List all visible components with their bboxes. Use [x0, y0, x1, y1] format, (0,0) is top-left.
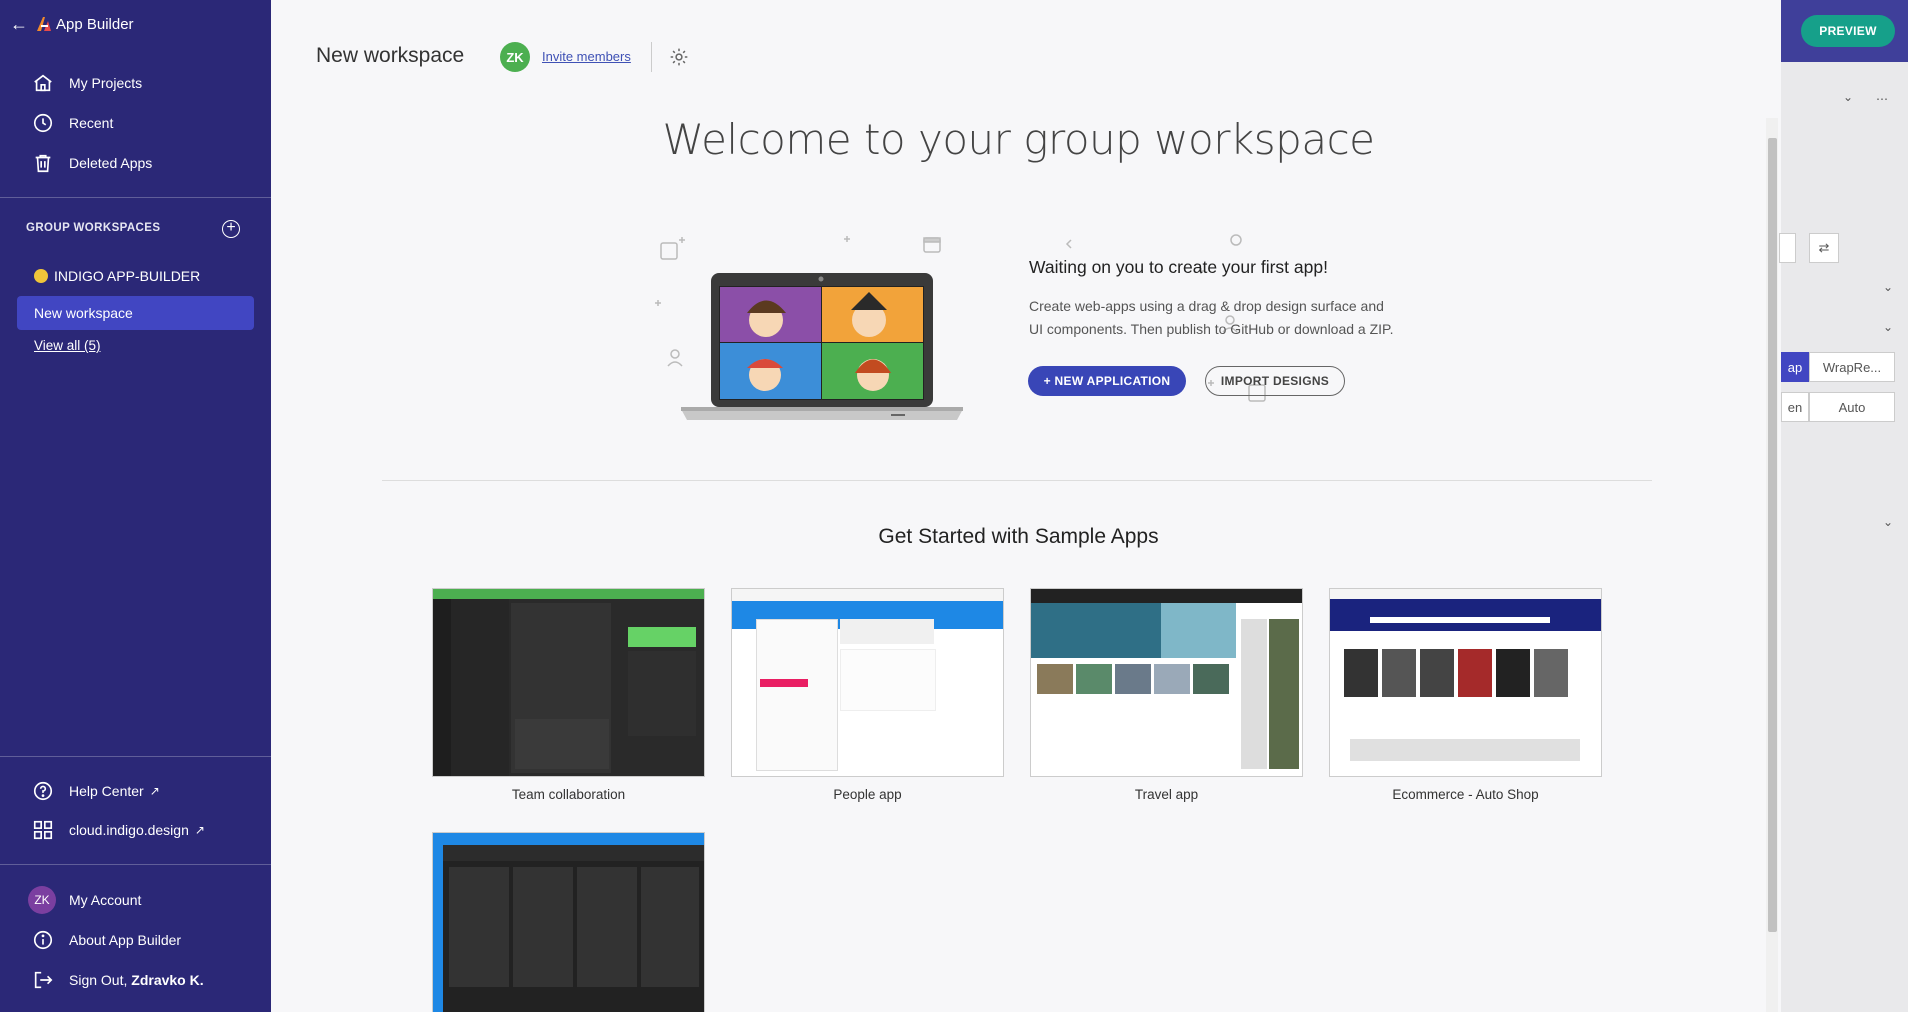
swap-button[interactable]: ⇄ [1809, 233, 1839, 263]
more-icon[interactable]: ⋯ [1876, 92, 1888, 106]
nav-label: My Projects [69, 75, 143, 91]
scrollbar-thumb[interactable] [1768, 138, 1777, 932]
org-name[interactable]: INDIGO APP-BUILDER [34, 268, 200, 284]
sample-card-fintech-project[interactable] [432, 832, 705, 1012]
new-application-button[interactable]: + NEW APPLICATION [1028, 366, 1186, 396]
app-builder-logo-icon [36, 16, 52, 32]
avatar: ZK [28, 886, 56, 914]
help-icon [33, 781, 53, 801]
app-header[interactable]: ← App Builder [10, 14, 134, 34]
cta-title: Waiting on you to create your first app! [1029, 257, 1328, 277]
my-account-link[interactable]: ZK My Account [28, 886, 142, 914]
sample-label: People app [833, 787, 902, 802]
sign-out-icon [34, 971, 53, 989]
sidebar-divider [0, 864, 271, 865]
sidebar: ← App Builder My Projects Recent Deleted… [0, 0, 271, 1012]
sample-thumbnail [731, 588, 1004, 777]
add-workspace-button[interactable]: + [222, 220, 240, 238]
workspace-item-active[interactable]: New workspace [17, 296, 254, 330]
samples-title: Get Started with Sample Apps [878, 525, 1159, 548]
nav-deleted-apps[interactable]: Deleted Apps [32, 151, 152, 175]
nav-my-projects[interactable]: My Projects [32, 71, 142, 95]
sign-out-label: Sign Out, [69, 972, 132, 988]
sample-label: Ecommerce - Auto Shop [1392, 787, 1539, 802]
my-account-label: My Account [69, 892, 142, 908]
cta-desc-line: Create web-apps using a drag & drop desi… [1029, 298, 1384, 314]
sidebar-divider [0, 756, 271, 757]
org-label: INDIGO APP-BUILDER [54, 268, 201, 284]
sample-card-travel-app[interactable]: Travel app [1030, 588, 1303, 802]
sample-label: Team collaboration [511, 787, 626, 802]
view-all-link[interactable]: View all (5) [34, 338, 101, 353]
group-workspaces-title: GROUP WORKSPACES [26, 222, 161, 234]
sample-thumbnail [1030, 588, 1303, 777]
nav-recent[interactable]: Recent [32, 111, 113, 135]
nav-label: Recent [69, 115, 114, 131]
cloud-link-label: cloud.indigo.design [69, 822, 189, 838]
welcome-heading: Welcome to your group workspace [662, 115, 1376, 164]
sample-card-people-app[interactable]: People app [731, 588, 1004, 802]
sample-thumbnail [432, 588, 705, 777]
import-designs-button[interactable]: IMPORT DESIGNS [1205, 366, 1345, 396]
invite-members-link[interactable]: Invite members [542, 49, 631, 64]
gear-icon[interactable] [669, 47, 689, 67]
auto-toggle[interactable]: Auto [1809, 392, 1895, 422]
help-center-label: Help Center [69, 783, 144, 799]
member-avatar[interactable]: ZK [500, 42, 530, 72]
clock-icon [33, 113, 53, 133]
cloud-link[interactable]: cloud.indigo.design ↗ [32, 818, 205, 842]
sample-card-ecommerce-auto-shop[interactable]: Ecommerce - Auto Shop [1329, 588, 1602, 802]
sample-thumbnail [1329, 588, 1602, 777]
partial-input[interactable] [1779, 233, 1796, 263]
info-icon [33, 930, 53, 950]
nav-label: Deleted Apps [69, 155, 153, 171]
wrap-toggle[interactable]: WrapRe... [1809, 352, 1895, 382]
sample-label: Travel app [1134, 787, 1199, 802]
apps-grid-icon [33, 820, 53, 840]
chevron-down-icon[interactable]: ⌄ [1883, 515, 1893, 529]
trash-icon [35, 154, 51, 173]
sidebar-divider [0, 197, 271, 198]
app-name: App Builder [56, 15, 134, 33]
chevron-down-icon[interactable]: ⌄ [1843, 90, 1853, 104]
header-divider [651, 42, 652, 72]
cta-desc-line: UI components. Then publish to GitHub or… [1029, 321, 1394, 337]
cta-description: Create web-apps using a drag & drop desi… [1029, 295, 1449, 341]
sample-card-team-collaboration[interactable]: Team collaboration [432, 588, 705, 802]
org-emoji-icon [34, 269, 48, 283]
chevron-down-icon[interactable]: ⌄ [1883, 280, 1893, 294]
chevron-down-icon[interactable]: ⌄ [1883, 320, 1893, 334]
external-link-icon: ↗ [194, 823, 205, 837]
about-label: About App Builder [69, 932, 182, 948]
section-divider [382, 480, 1652, 481]
external-link-icon: ↗ [149, 784, 160, 798]
sign-out-user: Zdravko K. [131, 972, 204, 988]
sample-thumbnail [432, 832, 705, 1012]
en-toggle[interactable]: en [1781, 392, 1809, 422]
sign-out-link[interactable]: Sign Out, Zdravko K. [32, 968, 204, 992]
workspace-title: New workspace [316, 44, 465, 67]
home-icon [34, 74, 52, 92]
preview-button[interactable]: PREVIEW [1801, 15, 1895, 47]
back-arrow-icon[interactable]: ← [10, 14, 28, 35]
right-properties-panel: PREVIEW ⌄ ⋯ ⇄ ⌄ ⌄ ap WrapRe... en Auto ⌄ [1779, 0, 1908, 1012]
help-center-link[interactable]: Help Center ↗ [32, 779, 160, 803]
main-content: New workspace ZK Invite members Welcome … [271, 0, 1781, 1012]
ap-toggle[interactable]: ap [1781, 352, 1809, 382]
about-link[interactable]: About App Builder [32, 928, 181, 952]
